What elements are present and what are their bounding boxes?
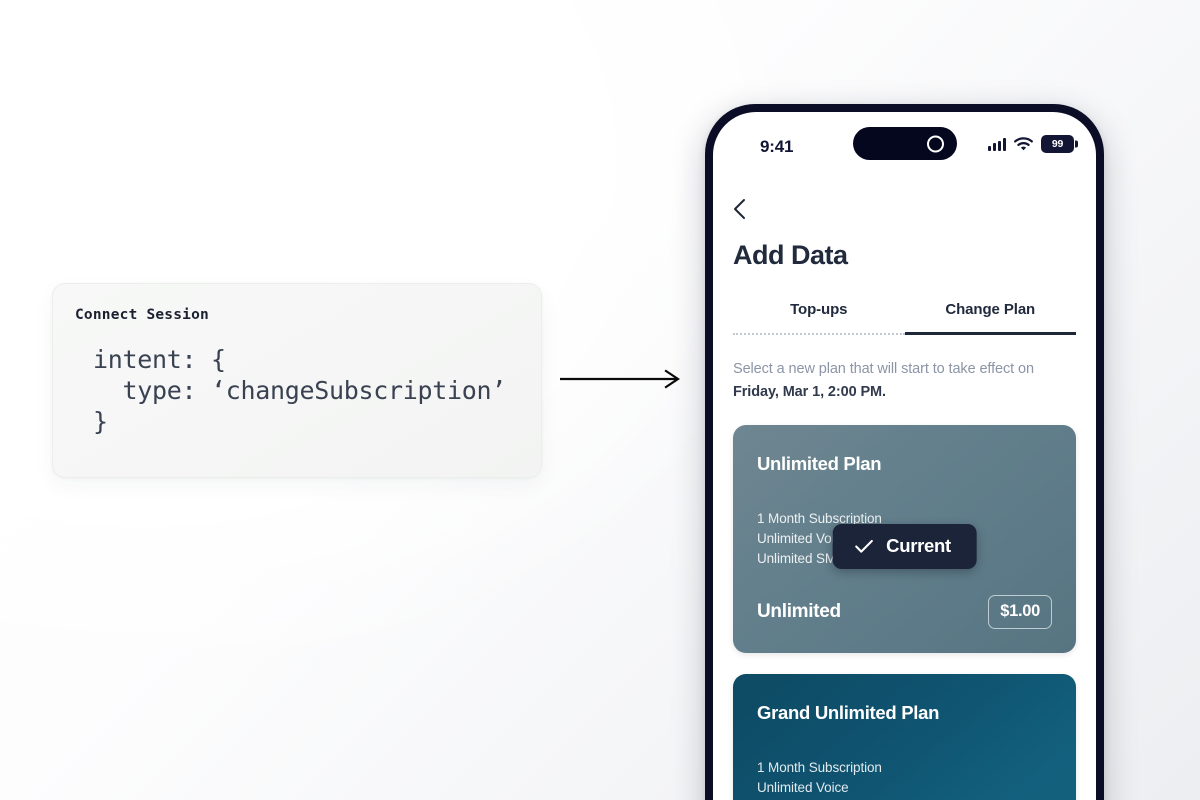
tab-change-plan[interactable]: Change Plan: [904, 301, 1077, 335]
back-button[interactable]: [733, 198, 755, 220]
plan-price-badge: $1.00: [988, 595, 1052, 629]
status-bar: 9:41 99: [713, 112, 1096, 168]
phone-frame: 9:41 99 Add Data Top-ups Change Plan Sel…: [705, 104, 1104, 800]
phone-screen: 9:41 99 Add Data Top-ups Change Plan Sel…: [713, 112, 1096, 800]
wifi-icon: [1014, 137, 1033, 151]
tab-top-ups[interactable]: Top-ups: [733, 301, 905, 335]
connect-session-code: intent: { type: ‘changeSubscription’ }: [93, 344, 507, 436]
battery-icon: 99: [1041, 135, 1074, 153]
chevron-left-icon: [734, 199, 745, 219]
plan-change-description: Select a new plan that will start to tak…: [733, 358, 1076, 404]
description-muted-text: Select a new plan that will start to tak…: [733, 361, 1034, 377]
current-plan-badge: Current: [832, 524, 977, 569]
dynamic-island: [852, 127, 957, 160]
plan-name: Unlimited Plan: [757, 453, 882, 474]
page-title: Add Data: [733, 240, 848, 270]
app-content: Add Data Top-ups Change Plan Select a ne…: [713, 198, 1096, 800]
status-indicators: 99: [987, 135, 1074, 153]
arrow-right-icon: [560, 369, 680, 389]
front-camera-icon: [926, 135, 944, 152]
connect-session-card: Connect Session intent: { type: ‘changeS…: [52, 283, 542, 478]
connect-session-title: Connect Session: [75, 307, 209, 323]
plan-card-grand-unlimited[interactable]: Grand Unlimited Plan 1 Month Subscriptio…: [733, 674, 1076, 800]
plan-features: 1 Month Subscription Unlimited Voice: [757, 760, 882, 795]
battery-level: 99: [1051, 138, 1064, 150]
plan-footer: Unlimited $1.00: [757, 569, 1052, 629]
current-plan-label: Current: [886, 535, 951, 556]
plan-card-unlimited[interactable]: Unlimited Plan 1 Month Subscription Unli…: [733, 425, 1076, 653]
plan-quota: Unlimited: [757, 601, 841, 622]
status-time: 9:41: [760, 137, 794, 156]
plan-name: Grand Unlimited Plan: [757, 702, 940, 723]
check-icon: [854, 539, 873, 553]
description-effective-date: Friday, Mar 1, 2:00 PM.: [733, 384, 886, 400]
tab-bar: Top-ups Change Plan: [733, 301, 1076, 335]
cellular-signal-icon: [987, 137, 1006, 151]
